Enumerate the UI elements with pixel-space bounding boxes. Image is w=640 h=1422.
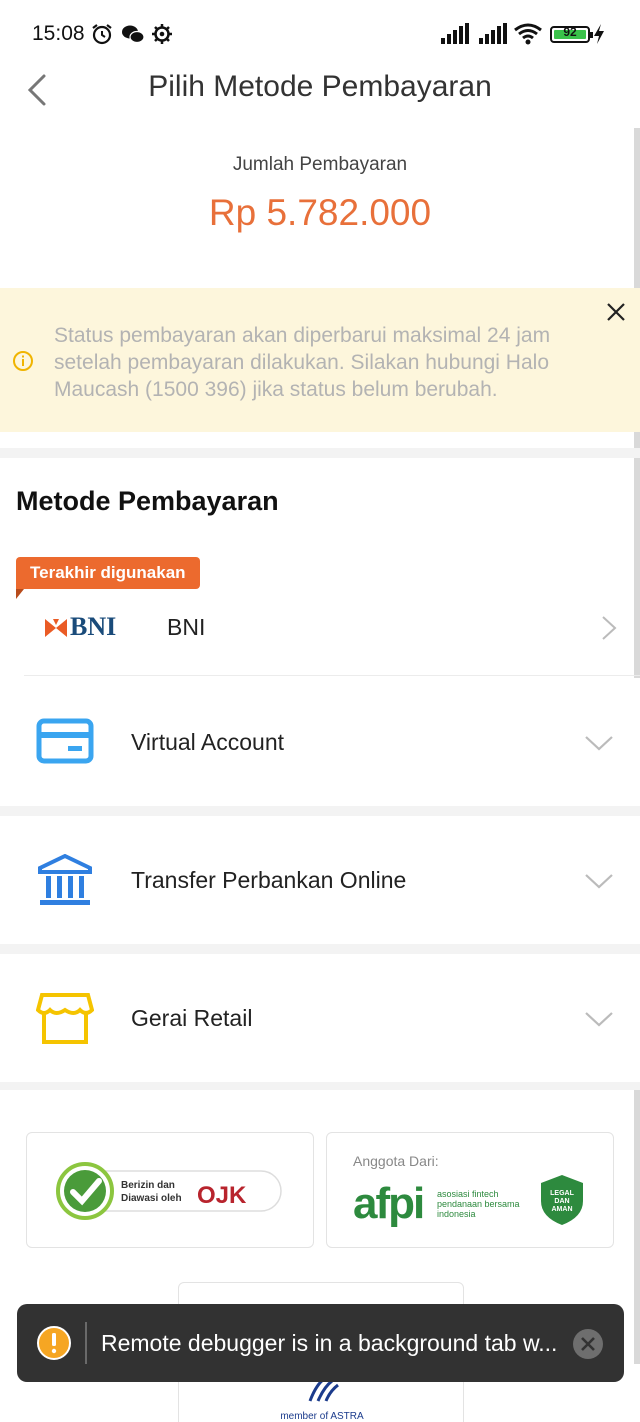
payment-method-screen: 15:08 92 Pilih Metode Pembayaran Jumlah … — [0, 0, 640, 1422]
close-circle-icon[interactable] — [572, 1328, 604, 1360]
virtual-account-label: Virtual Account — [131, 729, 285, 755]
section-divider — [0, 448, 640, 458]
status-bar: 15:08 92 — [0, 0, 640, 66]
retail-outlet-label: Gerai Retail — [131, 1005, 253, 1031]
chevron-right-icon — [602, 616, 617, 640]
chevron-down-icon — [585, 1012, 613, 1027]
info-icon — [13, 351, 33, 371]
section-divider — [0, 1082, 640, 1090]
bni-logo-mark — [45, 619, 67, 637]
charging-icon — [594, 24, 604, 44]
ojk-logo: OJK — [197, 1182, 247, 1209]
page-title: Pilih Metode Pembayaran — [148, 70, 492, 103]
ojk-line-2: Diawasi oleh — [121, 1193, 182, 1204]
status-time: 15:08 — [32, 22, 85, 45]
online-transfer-label: Transfer Perbankan Online — [131, 867, 407, 893]
debugger-toast: Remote debugger is in a background tab w… — [17, 1304, 624, 1382]
signal-icon-2 — [479, 23, 507, 44]
svg-text:DAN: DAN — [554, 1198, 569, 1205]
last-used-method-row[interactable]: BNI BNI — [24, 596, 640, 676]
virtual-account-row[interactable]: Virtual Account — [0, 678, 640, 808]
bni-logo: BNI — [70, 612, 117, 641]
section-title: Metode Pembayaran — [16, 486, 279, 516]
section-divider — [0, 806, 640, 816]
wifi-icon — [514, 23, 542, 45]
toast-message: Remote debugger is in a background tab w… — [101, 1330, 558, 1356]
battery-level: 92 — [563, 25, 577, 39]
card-icon — [36, 718, 94, 764]
legal-seal-icon: LEGALDANAMAN — [541, 1175, 583, 1225]
afpi-subtitle: asosiasi fintech pendanaan bersama indon… — [437, 1189, 520, 1219]
ojk-line-1: Berizin dan — [121, 1180, 175, 1191]
close-icon[interactable] — [604, 300, 628, 324]
retail-outlet-row[interactable]: Gerai Retail — [0, 954, 640, 1084]
svg-text:AMAN: AMAN — [552, 1206, 573, 1213]
notice-text: Status pembayaran akan diperbarui maksim… — [54, 324, 551, 401]
alarm-icon — [92, 24, 112, 45]
store-icon — [36, 993, 94, 1044]
bank-icon — [38, 854, 92, 905]
amount-label: Jumlah Pembayaran — [232, 154, 408, 175]
wechat-icon — [122, 25, 145, 44]
signal-icon — [441, 23, 469, 44]
bni-label: BNI — [167, 614, 206, 640]
chevron-down-icon — [585, 736, 613, 751]
battery-icon: 92 — [550, 25, 593, 43]
afpi-membership-badge: Anggota Dari: afpi asosiasi fintech pend… — [326, 1132, 614, 1248]
online-transfer-row[interactable]: Transfer Perbankan Online — [0, 816, 640, 946]
warning-icon — [37, 1326, 71, 1360]
amount-value: Rp 5.782.000 — [208, 192, 432, 233]
afpi-logo: afpi — [353, 1179, 425, 1228]
chevron-down-icon — [585, 874, 613, 889]
astra-text: member of ASTRA — [280, 1411, 364, 1422]
ojk-badge-graphic: Berizin dan Diawasi oleh OJK — [56, 1162, 282, 1220]
ojk-license-badge: Berizin dan Diawasi oleh OJK — [26, 1132, 314, 1248]
svg-text:LEGAL: LEGAL — [550, 1190, 574, 1197]
section-divider — [0, 944, 640, 954]
toast-divider — [85, 1322, 87, 1364]
last-used-badge: Terakhir digunakan — [16, 557, 200, 599]
settings-icon — [152, 24, 172, 44]
afpi-title: Anggota Dari: — [353, 1153, 439, 1169]
